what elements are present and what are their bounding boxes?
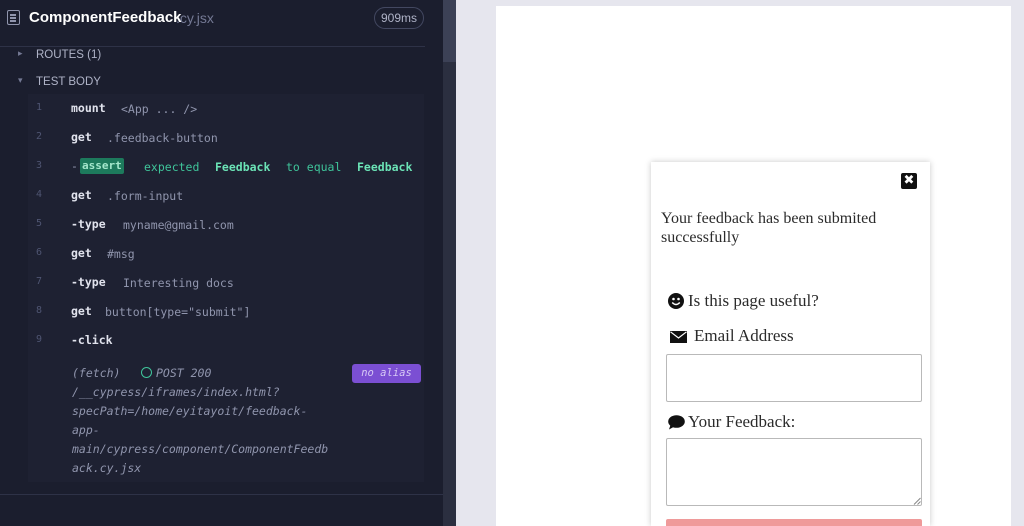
command-row-assert[interactable]: 3 - assert expected Feedback to equal Fe…: [28, 152, 424, 181]
chevron-down-icon: ▾: [18, 76, 23, 86]
command-name: get: [71, 304, 92, 318]
email-field[interactable]: [666, 354, 922, 402]
command-number: 7: [36, 276, 43, 287]
feedback-modal: ✖ Your feedback has been submited succes…: [651, 162, 930, 526]
command-message: .feedback-button: [107, 131, 218, 145]
assert-expected: expected: [144, 160, 200, 174]
file-icon: [7, 10, 20, 25]
xhr-url-line: /__cypress/iframes/index.html?: [72, 385, 280, 399]
test-body-section-toggle[interactable]: ▾ TEST BODY: [0, 74, 430, 92]
smile-icon: [668, 293, 684, 309]
status-circle-icon: [141, 367, 152, 378]
command-message: <App ... />: [121, 102, 198, 116]
command-number: 9: [36, 334, 43, 345]
useful-question-label: Is this page useful?: [688, 291, 819, 310]
command-dash: -: [71, 159, 78, 173]
command-number: 5: [36, 218, 43, 229]
command-name: get: [71, 246, 92, 260]
command-row-type[interactable]: 7 -type Interesting docs: [28, 268, 424, 297]
command-number: 8: [36, 305, 43, 316]
xhr-url-line: specPath=/home/eyitayoit/feedback-: [72, 404, 308, 418]
reporter-scrollbar[interactable]: [443, 0, 456, 526]
xhr-type: (fetch): [72, 366, 121, 380]
chevron-right-icon: ▸: [18, 49, 23, 59]
xhr-url-line: ack.cy.jsx: [72, 461, 142, 475]
command-message: Interesting docs: [123, 276, 234, 290]
xhr-url-line: app-: [72, 423, 100, 437]
command-number: 2: [36, 131, 43, 142]
test-body-section-label: TEST BODY: [36, 76, 101, 88]
alias-badge: no alias: [352, 364, 421, 383]
spec-header: ComponentFeedback .cy.jsx 909ms: [0, 0, 443, 38]
command-message: #msg: [107, 247, 135, 261]
command-row-get[interactable]: 4 get .form-input: [28, 181, 424, 210]
command-name: -click: [71, 333, 113, 347]
command-name: -type: [71, 275, 106, 289]
email-label: Email Address: [694, 326, 794, 345]
command-number: 6: [36, 247, 43, 258]
assert-to-equal: to equal: [286, 160, 342, 174]
envelope-icon: [670, 331, 687, 343]
duration-badge: 909ms: [374, 7, 424, 29]
command-message: myname@gmail.com: [123, 218, 234, 232]
spec-file-extension: .cy.jsx: [176, 10, 214, 26]
success-message: Your feedback has been submited successf…: [661, 210, 877, 246]
command-number: 3: [36, 160, 43, 171]
routes-section-label: ROUTES (1): [36, 49, 102, 61]
command-name: get: [71, 188, 92, 202]
command-row-type[interactable]: 5 -type myname@gmail.com: [28, 210, 424, 239]
command-number: 1: [36, 102, 43, 113]
assert-subject: Feedback: [215, 160, 271, 174]
command-row-get[interactable]: 8 get button[type="submit"]: [28, 297, 424, 326]
xhr-request-entry[interactable]: (fetch) POST 200 no alias /__cypress/ifr…: [28, 364, 424, 482]
close-icon[interactable]: ✖: [901, 173, 917, 189]
comment-icon: [668, 415, 685, 430]
command-name: mount: [71, 101, 106, 115]
command-log-panel: ComponentFeedback .cy.jsx 909ms ▸ ROUTES…: [0, 0, 443, 526]
feedback-label: Your Feedback:: [688, 412, 796, 431]
command-row-click[interactable]: 9 -click: [28, 326, 424, 355]
command-list: 1 mount <App ... /> 2 get .feedback-butt…: [28, 94, 424, 482]
command-message: button[type="submit"]: [105, 305, 251, 319]
command-message: .form-input: [107, 189, 184, 203]
submit-button[interactable]: [666, 519, 922, 526]
routes-section-toggle[interactable]: ▸ ROUTES (1): [0, 47, 430, 65]
spec-file-name[interactable]: ComponentFeedback: [29, 9, 182, 26]
command-name: -type: [71, 217, 106, 231]
command-row-mount[interactable]: 1 mount <App ... />: [28, 94, 424, 123]
command-number: 4: [36, 189, 43, 200]
feedback-textarea[interactable]: [666, 438, 922, 506]
resize-grip-icon[interactable]: [913, 497, 921, 505]
command-row-get[interactable]: 6 get #msg: [28, 239, 424, 268]
assert-value: Feedback: [357, 160, 413, 174]
xhr-url-line: main/cypress/component/ComponentFeedb: [72, 442, 329, 456]
command-name: get: [71, 130, 92, 144]
footer-divider: [0, 494, 443, 495]
command-row-get[interactable]: 2 get .feedback-button: [28, 123, 424, 152]
xhr-method-status: POST 200: [156, 366, 212, 380]
reporter-scrollbar-thumb[interactable]: [443, 0, 456, 62]
assert-badge: assert: [80, 158, 124, 174]
